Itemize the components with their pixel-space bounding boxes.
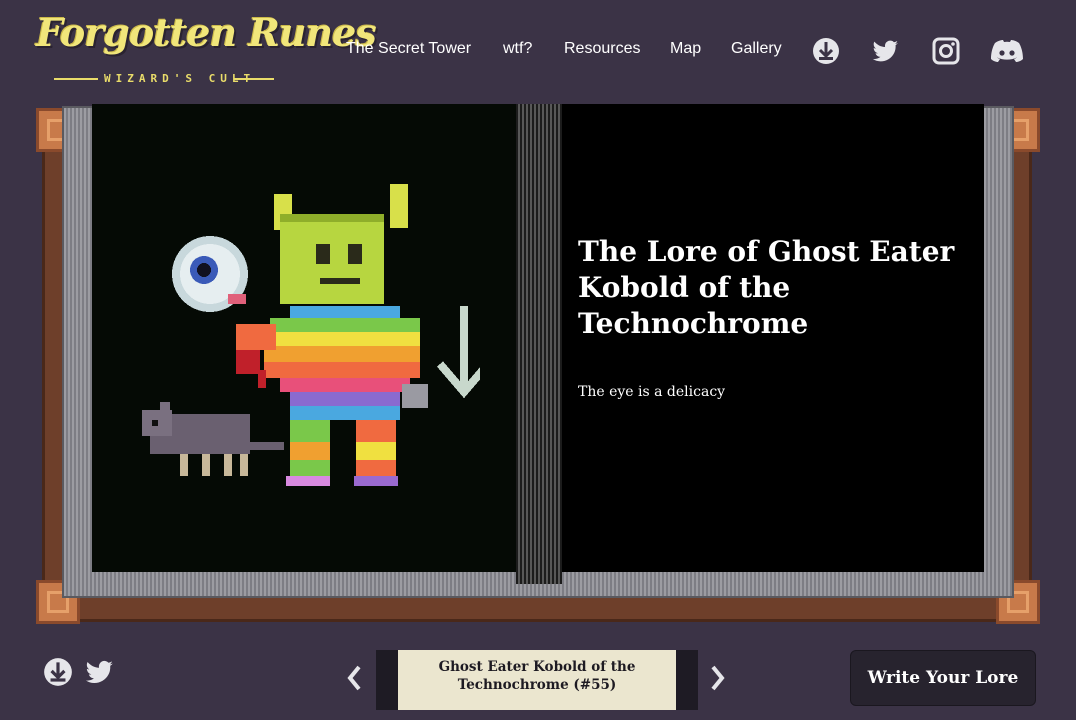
logo-subtitle: WIZARD'S CULT [104,72,256,85]
twitter-icon[interactable] [84,656,116,688]
character-name: Ghost Eater Kobold of the Technochrome (… [438,659,636,693]
character-nameplate: Ghost Eater Kobold of the Technochrome (… [376,650,698,710]
nav-resources[interactable]: Resources [564,40,640,58]
previous-arrow-icon[interactable] [346,664,362,692]
lore-text: The eye is a delicacy [578,384,726,400]
logo-divider [234,78,274,80]
discord-icon[interactable] [989,36,1025,66]
nav-map[interactable]: Map [670,40,701,58]
nav-wtf[interactable]: wtf? [503,40,532,58]
instagram-icon[interactable] [931,36,961,66]
opensea-icon[interactable] [42,656,74,688]
character-artwork [142,184,480,486]
logo-divider [54,78,98,80]
nav-gallery[interactable]: Gallery [731,40,782,58]
lore-title: The Lore of Ghost Eater Kobold of the Te… [578,235,955,340]
write-your-lore-button[interactable]: Write Your Lore [850,650,1036,706]
book-spine [516,104,562,584]
scroll-end-ornament [676,650,698,710]
twitter-icon[interactable] [871,36,901,66]
next-arrow-icon[interactable] [710,664,726,692]
opensea-icon[interactable] [811,36,841,66]
scroll-end-ornament [376,650,398,710]
logo-title: Forgotten Runes [36,10,377,55]
nav-secret-tower[interactable]: The Secret Tower [346,40,471,58]
lore-book: The Lore of Ghost Eater Kobold of the Te… [36,102,1040,628]
site-logo[interactable]: Forgotten Runes WIZARD'S CULT [36,8,377,88]
